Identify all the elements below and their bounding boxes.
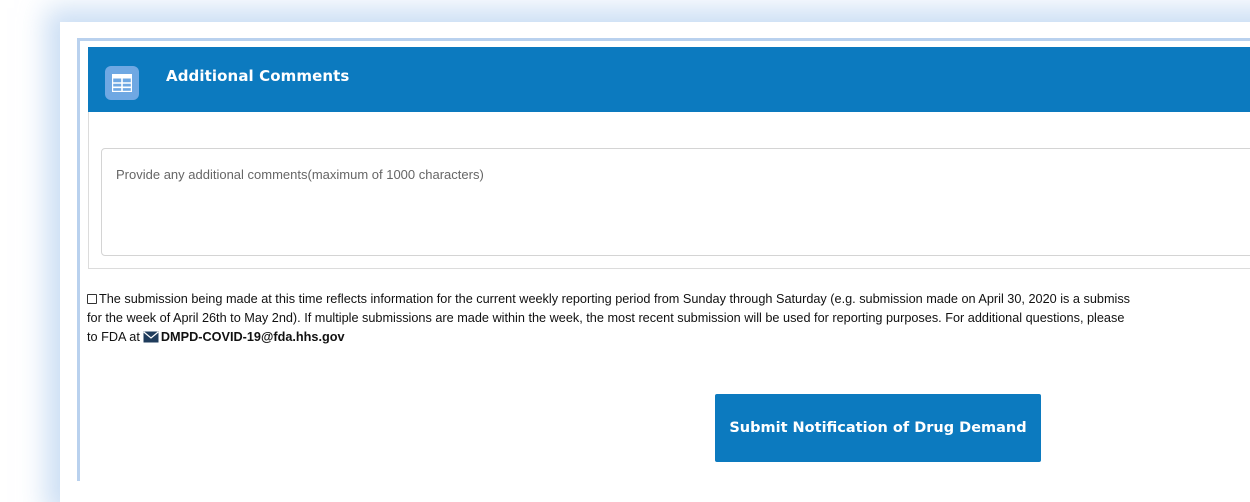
- table-icon: [105, 66, 139, 100]
- acknowledgement-checkbox[interactable]: [87, 294, 97, 304]
- acknowledgement-line-2: for the week of April 26th to May 2nd). …: [87, 311, 1125, 325]
- panel-header: Additional Comments: [88, 47, 1250, 112]
- acknowledgement-line-1: The submission being made at this time r…: [87, 290, 1250, 309]
- panel-title: Additional Comments: [166, 67, 350, 85]
- fda-email-link[interactable]: DMPD-COVID-19@fda.hhs.gov: [161, 330, 345, 344]
- additional-comments-input[interactable]: [101, 148, 1250, 256]
- envelope-icon: [143, 330, 159, 349]
- acknowledgement-text: The submission being made at this time r…: [87, 290, 1250, 349]
- acknowledgement-text-line-1: The submission being made at this time r…: [99, 292, 1131, 306]
- submit-button[interactable]: Submit Notification of Drug Demand: [715, 394, 1041, 462]
- acknowledgement-line-3: to FDA at DMPD-COVID-19@fda.hhs.gov: [87, 328, 1250, 349]
- contact-prefix: to FDA at: [87, 330, 140, 344]
